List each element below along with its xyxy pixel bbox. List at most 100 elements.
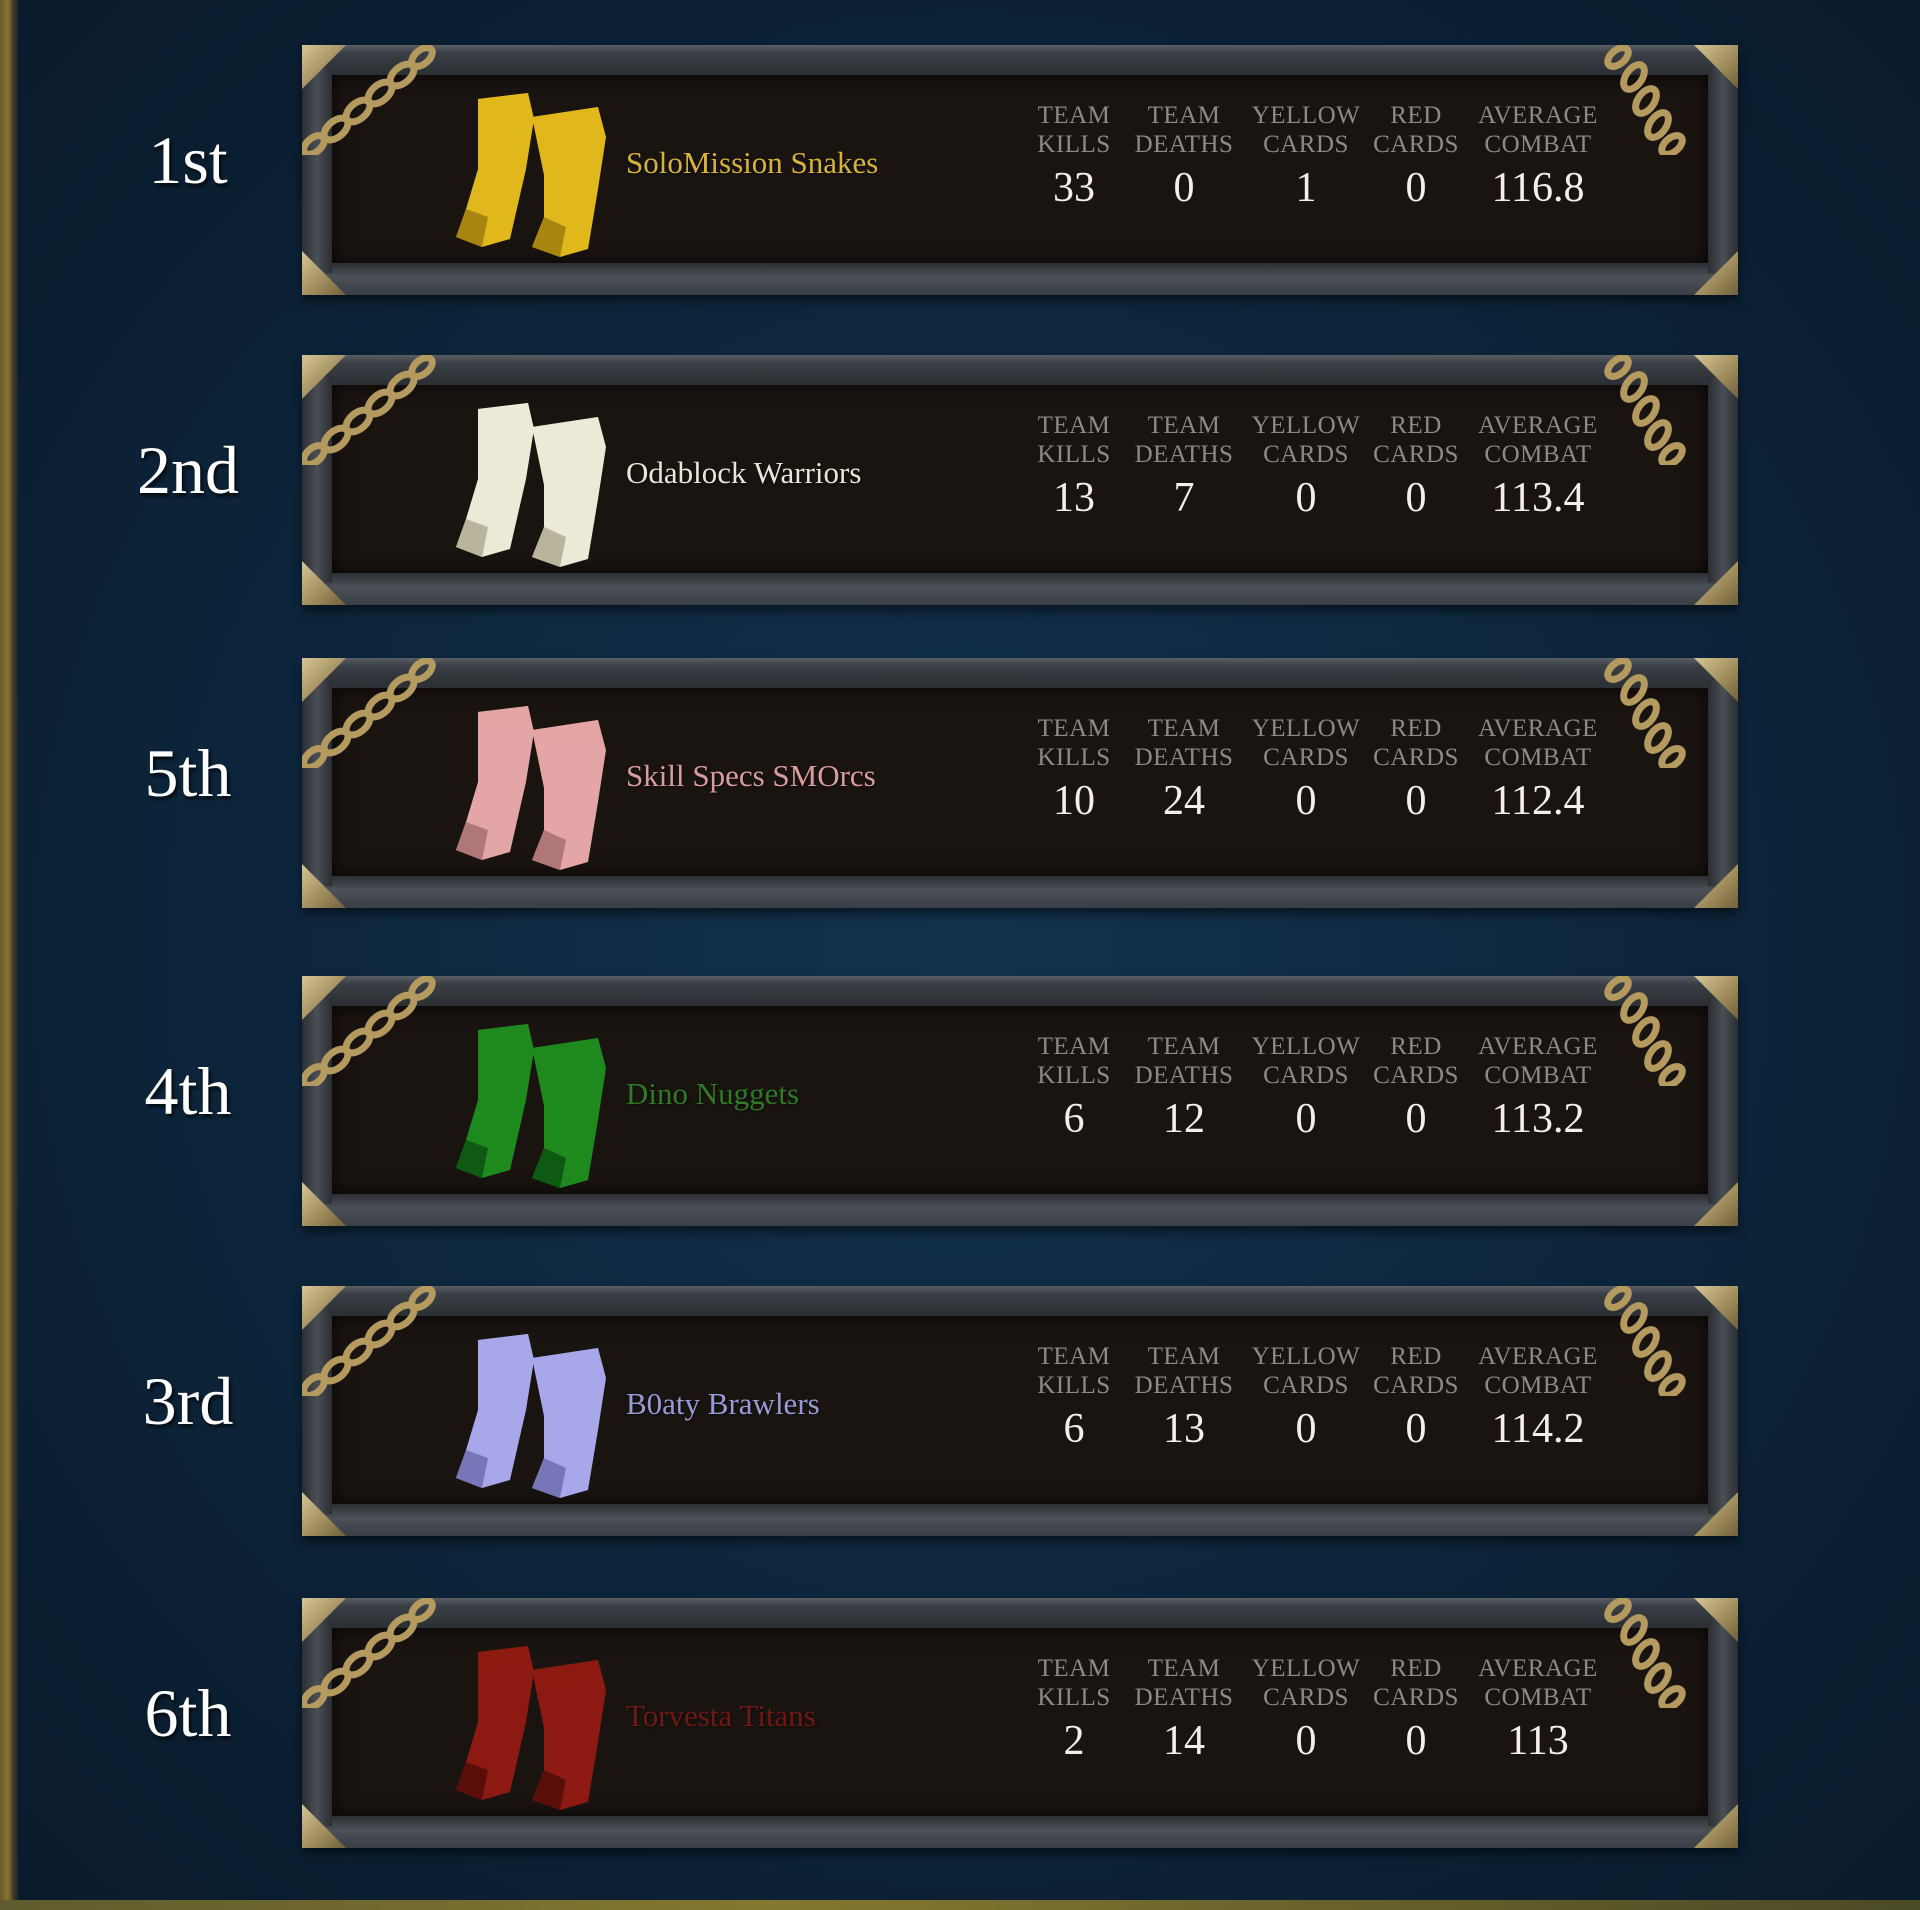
stat-value: 0 [1405,165,1427,211]
stat-label: TEAM DEATHS [1134,412,1234,468]
stat-value: 0 [1295,1406,1317,1452]
stat-label: TEAM KILLS [1037,715,1111,771]
team-panel: Odablock Warriors TEAM KILLS 13 TEAM DEATH… [302,355,1738,605]
stat-deaths: TEAM DEATHS 7 [1124,411,1244,523]
team-stats: TEAM KILLS 6 TEAM DEATHS 12 YELLOW CARDS 0 RED… [1014,1032,1614,1172]
stat-value: 113.2 [1491,1096,1585,1142]
chain-icon [302,45,436,155]
stat-kills: TEAM KILLS 33 [1014,101,1134,213]
stat-label: TEAM DEATHS [1134,1033,1234,1089]
team-panel: Dino Nuggets TEAM KILLS 6 TEAM DEATHS 12 YEL… [302,976,1738,1226]
stat-combat: AVERAGE COMBAT 116.8 [1478,101,1598,213]
stat-value: 0 [1295,475,1317,521]
stat-value: 0 [1173,165,1195,211]
rank-label: 4th [144,1053,232,1129]
stat-kills: TEAM KILLS 2 [1014,1654,1134,1766]
stat-value: 114.2 [1491,1406,1585,1452]
stat-value: 13 [1163,1406,1205,1452]
stat-value: 0 [1405,1718,1427,1764]
stat-value: 24 [1163,778,1205,824]
red-boots-icon [456,1646,606,1810]
stat-label: RED CARDS [1373,715,1459,771]
rank-label: 6th [144,1675,232,1751]
team-row-6: 6th Torvesta Titans TEAM KILLS 2 TEAM DE… [18,1598,1920,1848]
stat-value: 112.4 [1491,778,1585,824]
stat-label: TEAM DEATHS [1134,715,1234,771]
stat-combat: AVERAGE COMBAT 114.2 [1478,1342,1598,1454]
team-stats: TEAM KILLS 13 TEAM DEATHS 7 YELLOW CARDS 0 RED… [1014,411,1614,551]
stat-label: AVERAGE COMBAT [1478,715,1598,771]
chain-icon [302,1286,436,1396]
stat-label: AVERAGE COMBAT [1478,412,1598,468]
team-stats: TEAM KILLS 6 TEAM DEATHS 13 YELLOW CARDS 0 RED… [1014,1342,1614,1482]
chain-icon [1604,45,1686,155]
chain-icon [1604,976,1686,1086]
stat-value: 0 [1405,1406,1427,1452]
chain-icon [1604,355,1686,465]
stat-value: 113.4 [1491,475,1585,521]
stat-red: RED CARDS 0 [1356,411,1476,523]
stat-combat: AVERAGE COMBAT 113.4 [1478,411,1598,523]
stat-kills: TEAM KILLS 10 [1014,714,1134,826]
stat-label: YELLOW CARDS [1251,1343,1361,1399]
stat-label: RED CARDS [1373,1343,1459,1399]
stat-value: 0 [1295,778,1317,824]
stat-label: AVERAGE COMBAT [1478,102,1598,158]
bottom-border [0,1900,1920,1910]
stat-yellow: YELLOW CARDS 0 [1246,1654,1366,1766]
stat-label: YELLOW CARDS [1251,102,1361,158]
stat-value: 13 [1053,475,1095,521]
stat-yellow: YELLOW CARDS 0 [1246,411,1366,523]
stat-label: TEAM KILLS [1037,1033,1111,1089]
stat-red: RED CARDS 0 [1356,1654,1476,1766]
stat-value: 33 [1053,165,1095,211]
scoreboard: 1st SoloMission Snakes TEAM KILLS 33 TEA… [18,0,1920,1900]
stat-label: YELLOW CARDS [1251,715,1361,771]
stat-value: 10 [1053,778,1095,824]
stat-value: 2 [1063,1718,1085,1764]
stat-yellow: YELLOW CARDS 0 [1246,714,1366,826]
team-row-3: 5th Skill Specs SMOrcs TEAM KILLS 10 TEA… [18,658,1920,908]
stat-label: RED CARDS [1373,1655,1459,1711]
stat-value: 113 [1507,1718,1569,1764]
team-name: SoloMission Snakes [626,145,879,180]
chain-icon [302,1598,436,1708]
rank-label: 3rd [142,1363,234,1439]
stat-value: 6 [1063,1406,1085,1452]
stat-red: RED CARDS 0 [1356,1342,1476,1454]
stat-label: YELLOW CARDS [1251,412,1361,468]
chain-icon [1604,1286,1686,1396]
team-name: Odablock Warriors [626,455,862,490]
chain-icon [1604,658,1686,768]
team-row-1: 1st SoloMission Snakes TEAM KILLS 33 TEA… [18,45,1920,295]
rank-label: 2nd [137,432,239,508]
stat-yellow: YELLOW CARDS 1 [1246,101,1366,213]
stat-label: RED CARDS [1373,102,1459,158]
team-name: Torvesta Titans [626,1698,816,1733]
stat-label: RED CARDS [1373,1033,1459,1089]
team-row-4: 4th Dino Nuggets TEAM KILLS 6 TEAM DEATH… [18,976,1920,1226]
stat-label: TEAM KILLS [1037,412,1111,468]
stat-kills: TEAM KILLS 6 [1014,1032,1134,1144]
stat-value: 116.8 [1491,165,1585,211]
team-name: Dino Nuggets [626,1076,800,1111]
team-panel: Torvesta Titans TEAM KILLS 2 TEAM DEATHS 14… [302,1598,1738,1848]
rank-label: 5th [144,735,232,811]
stat-combat: AVERAGE COMBAT 113 [1478,1654,1598,1766]
team-stats: TEAM KILLS 33 TEAM DEATHS 0 YELLOW CARDS 1 RED… [1014,101,1614,241]
chain-icon [302,355,436,465]
team-stats: TEAM KILLS 2 TEAM DEATHS 14 YELLOW CARDS 0 RED… [1014,1654,1614,1794]
stat-value: 0 [1405,1096,1427,1142]
stat-label: RED CARDS [1373,412,1459,468]
chain-icon [302,658,436,768]
team-stats: TEAM KILLS 10 TEAM DEATHS 24 YELLOW CARDS 0 RE… [1014,714,1614,854]
chain-icon [302,976,436,1086]
stat-label: TEAM KILLS [1037,1655,1111,1711]
stat-label: AVERAGE COMBAT [1478,1343,1598,1399]
stat-value: 14 [1163,1718,1205,1764]
stat-value: 7 [1173,475,1195,521]
stat-deaths: TEAM DEATHS 12 [1124,1032,1244,1144]
stat-value: 1 [1295,165,1317,211]
chain-icon [1604,1598,1686,1708]
team-name: B0aty Brawlers [626,1386,820,1421]
